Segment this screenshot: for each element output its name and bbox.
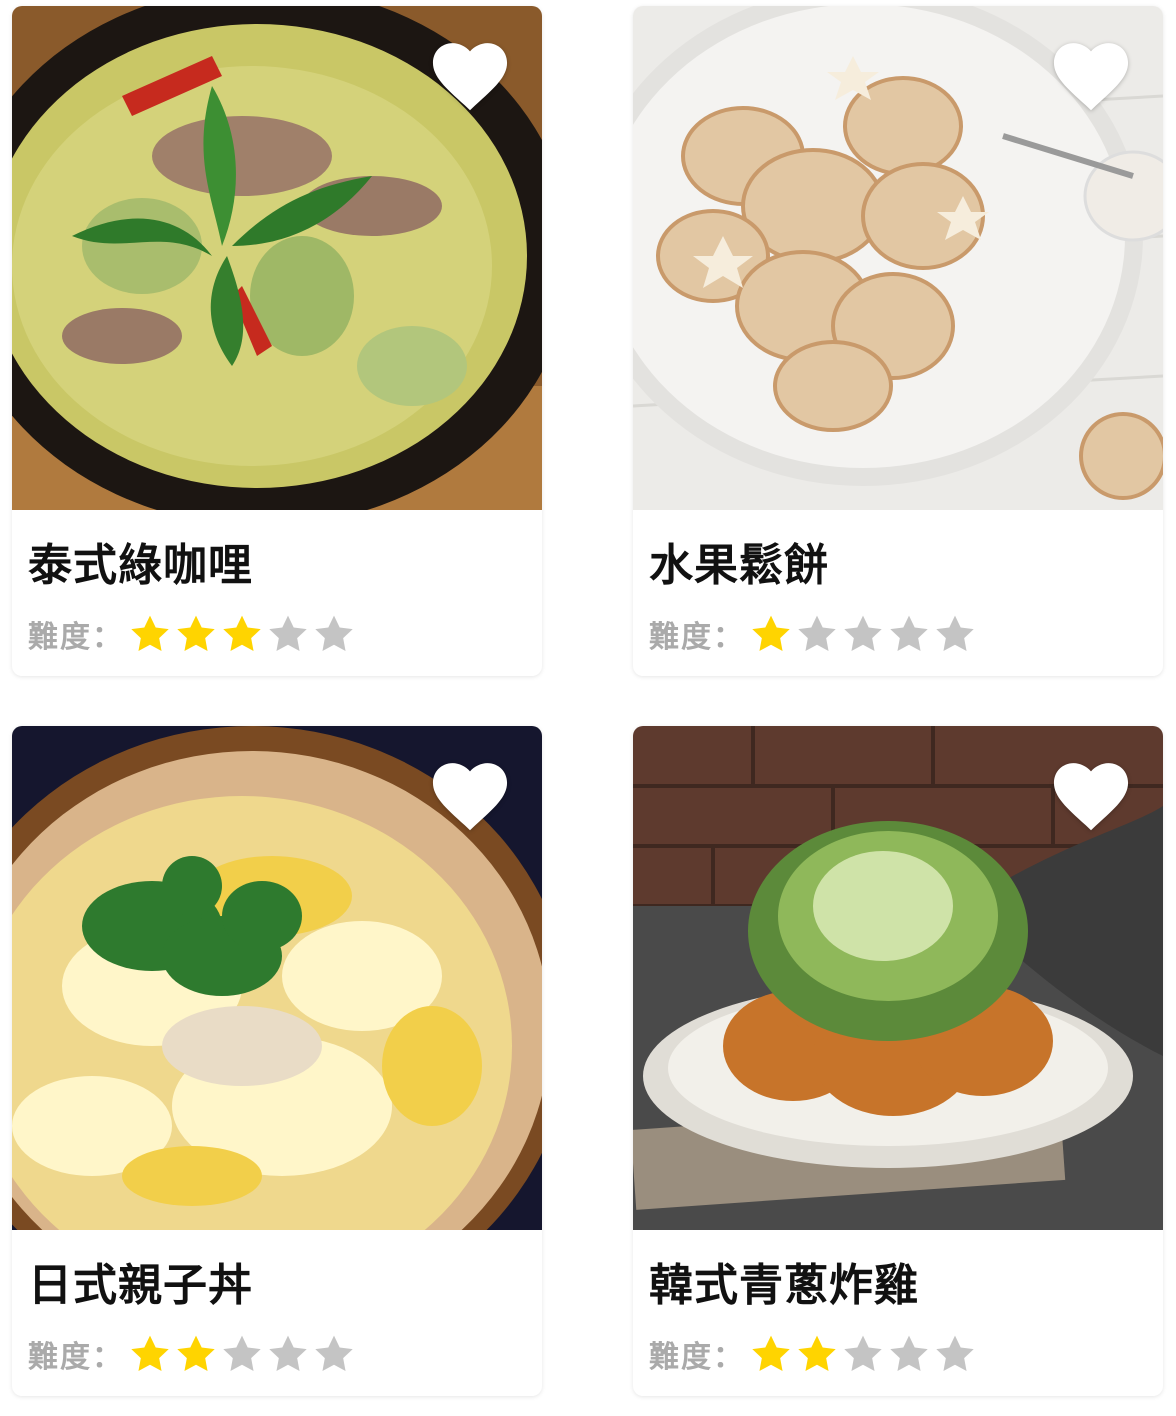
- difficulty-rating: 難度：: [28, 1332, 526, 1376]
- recipe-card[interactable]: 泰式綠咖哩 難度：: [12, 6, 542, 676]
- difficulty-rating: 難度：: [28, 612, 526, 656]
- difficulty-label: 難度：: [649, 1340, 745, 1375]
- star-empty-icon: [312, 612, 358, 656]
- star-empty-icon: [841, 1332, 887, 1376]
- recipe-photo[interactable]: [12, 726, 542, 1230]
- recipe-title[interactable]: 水果鬆餅: [649, 540, 1147, 592]
- recipe-title[interactable]: 韓式青蔥炸雞: [649, 1260, 1147, 1312]
- heart-icon: [432, 43, 508, 111]
- star-filled-icon: [174, 1332, 220, 1376]
- star-filled-icon: [220, 612, 266, 656]
- recipe-photo[interactable]: [12, 6, 542, 510]
- heart-icon: [1053, 43, 1129, 111]
- favorite-button[interactable]: [1053, 42, 1129, 112]
- favorite-button[interactable]: [432, 762, 508, 832]
- difficulty-rating: 難度：: [649, 1332, 1147, 1376]
- favorite-button[interactable]: [432, 42, 508, 112]
- star-empty-icon: [887, 1332, 933, 1376]
- star-empty-icon: [933, 612, 979, 656]
- difficulty-label: 難度：: [28, 620, 124, 655]
- star-empty-icon: [266, 1332, 312, 1376]
- recipe-card[interactable]: 韓式青蔥炸雞 難度：: [633, 726, 1163, 1396]
- star-empty-icon: [933, 1332, 979, 1376]
- recipe-photo[interactable]: [633, 726, 1163, 1230]
- difficulty-stars: [128, 612, 358, 656]
- star-filled-icon: [749, 612, 795, 656]
- favorite-button[interactable]: [1053, 762, 1129, 832]
- star-empty-icon: [220, 1332, 266, 1376]
- star-filled-icon: [128, 1332, 174, 1376]
- difficulty-label: 難度：: [649, 620, 745, 655]
- heart-icon: [1053, 763, 1129, 831]
- star-filled-icon: [749, 1332, 795, 1376]
- difficulty-stars: [749, 612, 979, 656]
- star-empty-icon: [266, 612, 312, 656]
- recipe-card[interactable]: 水果鬆餅 難度：: [633, 6, 1163, 676]
- difficulty-stars: [128, 1332, 358, 1376]
- recipe-title[interactable]: 日式親子丼: [28, 1260, 526, 1312]
- star-empty-icon: [887, 612, 933, 656]
- star-empty-icon: [795, 612, 841, 656]
- recipe-card[interactable]: 日式親子丼 難度：: [12, 726, 542, 1396]
- star-empty-icon: [841, 612, 887, 656]
- difficulty-rating: 難度：: [649, 612, 1147, 656]
- difficulty-label: 難度：: [28, 1340, 124, 1375]
- star-filled-icon: [174, 612, 220, 656]
- recipe-photo[interactable]: [633, 6, 1163, 510]
- star-empty-icon: [312, 1332, 358, 1376]
- heart-icon: [432, 763, 508, 831]
- recipe-title[interactable]: 泰式綠咖哩: [28, 540, 526, 592]
- difficulty-stars: [749, 1332, 979, 1376]
- star-filled-icon: [128, 612, 174, 656]
- star-filled-icon: [795, 1332, 841, 1376]
